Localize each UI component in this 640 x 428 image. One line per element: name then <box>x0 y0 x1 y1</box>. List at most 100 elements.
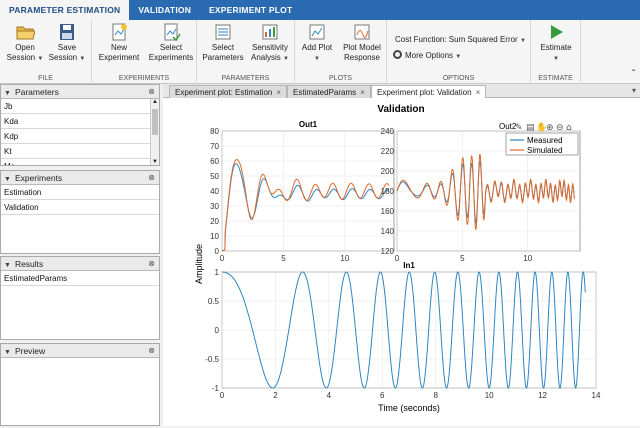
list-item[interactable]: Ma <box>1 159 159 165</box>
sensitivity-analysis-label-2: Analysis <box>251 53 281 62</box>
y-tick-label: 140 <box>381 227 395 236</box>
list-item[interactable]: EstimatedParams <box>1 271 159 286</box>
y-tick-label: -0.5 <box>205 355 219 364</box>
ribbon-toolstrip: Open Session ▼ Save Session ▼ FILE New E… <box>0 20 640 84</box>
close-icon[interactable]: × <box>276 88 281 97</box>
save-label-2: Session <box>48 53 78 62</box>
doc-tab-label: Experiment plot: Estimation <box>175 88 273 97</box>
tab-list-dropdown-icon[interactable]: ▾ <box>632 86 636 95</box>
plots-group-label: PLOTS <box>329 75 352 82</box>
scroll-down-icon[interactable]: ▼ <box>151 159 159 165</box>
chevron-down-icon: ▼ <box>455 54 462 60</box>
y-tick-label: 220 <box>381 147 395 156</box>
x-tick-label: 10 <box>340 254 349 263</box>
y-tick-label: 120 <box>381 247 395 256</box>
close-icon[interactable]: ⊗ <box>148 344 155 358</box>
list-item[interactable]: Jb <box>1 99 159 114</box>
doc-tab-estimated-params[interactable]: EstimatedParams × <box>287 85 371 98</box>
list-item[interactable]: Kdp <box>1 129 159 144</box>
plots-group: Add Plot ▼ Plot Model Response PLOTS <box>295 20 387 84</box>
document-tab-bar: Experiment plot: Estimation × EstimatedPa… <box>163 84 640 98</box>
y-tick-label: -1 <box>212 384 220 393</box>
y-tick-label: 0.5 <box>208 297 220 306</box>
x-tick-label: 5 <box>460 254 465 263</box>
new-experiment-button[interactable]: New Experiment <box>94 23 144 63</box>
home-icon[interactable]: ⌂ <box>566 123 572 133</box>
x-axis-label: Time (seconds) <box>378 403 440 413</box>
select-experiments-button[interactable]: Select Experiments <box>146 23 196 63</box>
collapse-triangle-icon[interactable]: ▼ <box>4 262 11 269</box>
doc-tab-validation-plot[interactable]: Experiment plot: Validation × <box>371 85 487 98</box>
doc-tab-estimation-plot[interactable]: Experiment plot: Estimation × <box>169 85 288 98</box>
plot-model-label-2: Response <box>343 53 381 62</box>
list-item[interactable]: Estimation <box>1 185 159 200</box>
list-item[interactable]: Kt <box>1 144 159 159</box>
plot-model-label: Plot Model <box>343 43 381 52</box>
close-icon[interactable]: ⊗ <box>148 85 155 99</box>
zoom-in-icon[interactable]: ⊕ <box>546 123 554 133</box>
x-tick-label: 8 <box>433 391 438 400</box>
tab-experiment-plot[interactable]: EXPERIMENT PLOT <box>200 0 301 20</box>
parameters-panel-header[interactable]: ▼ Parameters ⊗ <box>1 85 159 99</box>
close-icon[interactable]: ⊗ <box>148 257 155 271</box>
x-tick-label: 6 <box>380 391 385 400</box>
brush-icon[interactable]: ✎ <box>515 123 523 133</box>
results-panel: ▼ Results ⊗ EstimatedParams <box>0 256 160 340</box>
x-tick-label: 10 <box>523 254 532 263</box>
collapse-triangle-icon[interactable]: ▼ <box>4 349 11 356</box>
scrollbar-thumb[interactable] <box>152 109 158 135</box>
select-parameters-button[interactable]: Select Parameters <box>199 23 247 63</box>
file-group: Open Session ▼ Save Session ▼ FILE <box>0 20 92 84</box>
y-tick-label: 10 <box>210 232 219 241</box>
close-icon[interactable]: × <box>360 88 365 97</box>
preview-panel-header[interactable]: ▼ Preview ⊗ <box>1 344 159 358</box>
collapse-ribbon-icon[interactable]: ⌃ <box>630 68 637 77</box>
tab-parameter-estimation[interactable]: PARAMETER ESTIMATION <box>0 0 130 20</box>
x-tick-label: 0 <box>220 391 225 400</box>
y-tick-label: 20 <box>210 217 219 226</box>
parameters-group: Select Parameters Sensitivity Analysis ▼… <box>197 20 295 84</box>
file-group-label: FILE <box>38 75 53 82</box>
estimate-button[interactable]: Estimate ▼ <box>535 23 577 64</box>
close-icon[interactable]: × <box>476 88 481 97</box>
collapse-triangle-icon[interactable]: ▼ <box>4 176 11 183</box>
sensitivity-analysis-button[interactable]: Sensitivity Analysis ▼ <box>247 23 293 64</box>
figure-title: Validation <box>377 104 424 115</box>
run-play-icon <box>551 25 563 39</box>
collapse-triangle-icon[interactable]: ▼ <box>4 90 11 97</box>
scrollbar[interactable]: ▲ ▼ <box>150 99 159 165</box>
axes-title: In1 <box>403 261 415 270</box>
datatip-icon[interactable]: ▤ <box>526 123 535 133</box>
document-area: Experiment plot: Estimation × EstimatedPa… <box>163 84 640 426</box>
more-options-button[interactable]: More Options ▼ <box>393 50 461 60</box>
tab-validation[interactable]: VALIDATION <box>129 0 200 20</box>
estimate-label: Estimate <box>540 43 572 52</box>
experiments-group: New Experiment Select Experiments EXPERI… <box>92 20 197 84</box>
estimate-group-label: ESTIMATE <box>538 75 573 82</box>
results-panel-header[interactable]: ▼ Results ⊗ <box>1 257 159 271</box>
save-session-button[interactable]: Save Session ▼ <box>48 23 86 64</box>
results-title: Results <box>14 259 44 269</box>
y-tick-label: 0 <box>215 326 220 335</box>
list-item[interactable]: Kda <box>1 114 159 129</box>
cost-function-dropdown[interactable]: Cost Function: Sum Squared Error ▼ <box>395 35 526 44</box>
x-tick-label: 5 <box>281 254 286 263</box>
plot-model-response-button[interactable]: Plot Model Response <box>339 23 385 63</box>
chevron-down-icon: ▼ <box>553 56 559 62</box>
experiments-panel: ▼ Experiments ⊗ Estimation Validation <box>0 170 160 254</box>
add-plot-button[interactable]: Add Plot ▼ <box>297 23 337 64</box>
doc-tab-label: Experiment plot: Validation <box>377 88 472 97</box>
list-item[interactable]: Validation <box>1 200 159 215</box>
options-group-label: OPTIONS <box>442 75 475 82</box>
preview-title: Preview <box>14 346 46 356</box>
experiments-panel-header[interactable]: ▼ Experiments ⊗ <box>1 171 159 185</box>
open-session-button[interactable]: Open Session ▼ <box>6 23 44 64</box>
axes-in1: -1-0.500.510 2 4 6 8 10 12 14In1Time (seconds) <box>205 261 601 413</box>
y-tick-label: 40 <box>210 187 219 196</box>
close-icon[interactable]: ⊗ <box>148 171 155 185</box>
parameters-title: Parameters <box>14 87 59 97</box>
axes-out1: 010203040506070800 5 10Out1 <box>210 120 395 263</box>
scroll-up-icon[interactable]: ▲ <box>151 99 159 105</box>
zoom-out-icon[interactable]: ⊖ <box>556 123 564 133</box>
gear-icon <box>393 50 402 59</box>
